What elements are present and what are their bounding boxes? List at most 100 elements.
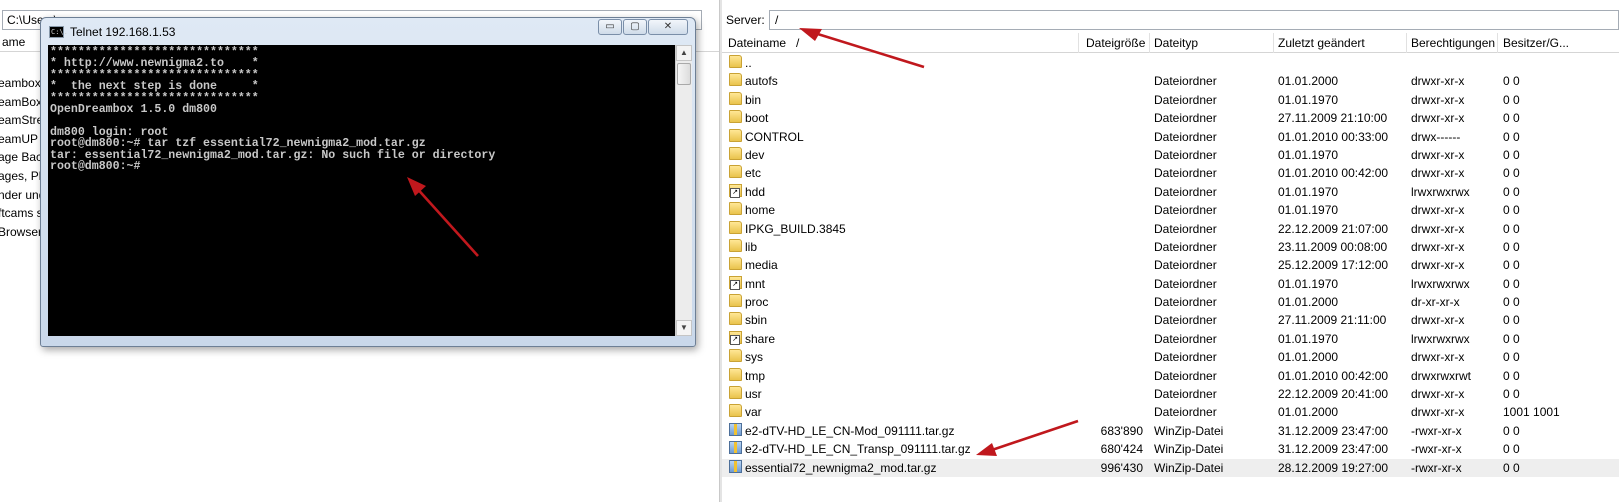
file-type: Dateiordner	[1154, 166, 1217, 181]
server-path-input[interactable]: /	[769, 10, 1619, 30]
column-header-name[interactable]: Dateiname	[728, 36, 786, 50]
file-permissions: drwxr-xr-x	[1411, 203, 1465, 218]
file-name: e2-dTV-HD_LE_CN_Transp_091111.tar.gz	[745, 442, 971, 457]
file-row[interactable]: sbin Dateiordner 27.11.2009 21:11:00 drwxr-…	[722, 311, 1619, 329]
file-name: lib	[745, 239, 758, 254]
column-header-size[interactable]: Dateigröße	[1086, 36, 1145, 50]
file-row[interactable]: tmp Dateiordner 01.01.2010 00:42:00 drwxrwx…	[722, 367, 1619, 385]
file-modified: 28.12.2009 19:27:00	[1278, 460, 1389, 475]
file-permissions: -rwxr-xr-x	[1411, 442, 1462, 457]
file-row[interactable]: boot Dateiordner 27.11.2009 21:10:00 drwxr-…	[722, 109, 1619, 127]
file-name: media	[745, 258, 778, 273]
file-modified: 01.01.1970	[1278, 92, 1339, 107]
file-owner: 0 0	[1503, 350, 1520, 365]
file-type: Dateiordner	[1154, 221, 1217, 236]
file-row[interactable]: share Dateiordner 01.01.1970 lrwxrwxrwx 0 0	[722, 330, 1619, 348]
column-divider[interactable]	[1078, 33, 1079, 53]
console-line: root@dm800:~#	[50, 159, 141, 173]
file-type: Dateiordner	[1154, 239, 1217, 254]
file-name: sbin	[745, 313, 768, 328]
file-owner: 0 0	[1503, 442, 1520, 457]
folder-icon	[729, 404, 742, 418]
column-divider[interactable]	[1273, 33, 1274, 53]
file-permissions: drwxr-xr-x	[1411, 147, 1465, 162]
archive-file-icon	[729, 441, 742, 455]
file-row[interactable]: e2-dTV-HD_LE_CN-Mod_091111.tar.gz 683'890…	[722, 422, 1619, 440]
file-row[interactable]: IPKG_BUILD.3845 Dateiordner 22.12.2009 21:…	[722, 220, 1619, 238]
file-owner: 0 0	[1503, 203, 1520, 218]
scroll-thumb[interactable]	[677, 63, 691, 85]
folder-icon	[729, 202, 742, 216]
file-modified: 01.01.1970	[1278, 184, 1339, 199]
file-row[interactable]: etc Dateiordner 01.01.2010 00:42:00 drwxr-x…	[722, 164, 1619, 182]
file-row[interactable]: dev Dateiordner 01.01.1970 drwxr-xr-x 0 0	[722, 146, 1619, 164]
column-header-modified[interactable]: Zuletzt geändert	[1278, 36, 1365, 50]
file-row[interactable]: ..	[722, 54, 1619, 72]
file-modified: 25.12.2009 17:12:00	[1278, 258, 1389, 273]
file-row[interactable]: e2-dTV-HD_LE_CN_Transp_091111.tar.gz 680'…	[722, 440, 1619, 458]
file-type: Dateiordner	[1154, 387, 1217, 402]
file-permissions: lrwxrwxrwx	[1411, 331, 1470, 346]
file-modified: 01.01.1970	[1278, 147, 1339, 162]
close-button[interactable]: ✕	[648, 19, 688, 35]
maximize-button[interactable]: ▢	[623, 19, 647, 35]
file-row[interactable]: autofs Dateiordner 01.01.2000 drwxr-xr-x 0 0	[722, 72, 1619, 90]
file-type: Dateiordner	[1154, 276, 1217, 291]
archive-file-icon	[729, 459, 742, 473]
archive-file-icon	[729, 422, 742, 436]
file-name: autofs	[745, 74, 778, 89]
console-icon: C:\.	[49, 26, 68, 38]
column-divider[interactable]	[1406, 33, 1407, 53]
folder-icon	[729, 349, 742, 363]
file-name: mnt	[745, 276, 766, 291]
column-header-type[interactable]: Dateityp	[1154, 36, 1198, 50]
file-row[interactable]: mnt Dateiordner 01.01.1970 lrwxrwxrwx 0 0	[722, 275, 1619, 293]
file-type: WinZip-Datei	[1154, 442, 1224, 457]
file-permissions: drwx------	[1411, 129, 1461, 144]
file-type: Dateiordner	[1154, 129, 1217, 144]
folder-link-icon	[729, 183, 742, 198]
file-row[interactable]: CONTROL Dateiordner 01.01.2010 00:33:00 drw…	[722, 128, 1619, 146]
folder-icon	[729, 91, 742, 105]
file-owner: 0 0	[1503, 258, 1520, 273]
file-permissions: drwxrwxrwt	[1411, 368, 1471, 383]
file-modified: 23.11.2009 00:08:00	[1278, 239, 1388, 254]
folder-icon	[729, 55, 742, 68]
file-name: bin	[745, 92, 762, 107]
file-row[interactable]: usr Dateiordner 22.12.2009 20:41:00 drwxr-x…	[722, 385, 1619, 403]
file-name: e2-dTV-HD_LE_CN-Mod_091111.tar.gz	[745, 423, 955, 438]
scroll-down-icon[interactable]: ▼	[676, 320, 692, 336]
file-type: Dateiordner	[1154, 92, 1217, 107]
file-modified: 01.01.1970	[1278, 203, 1339, 218]
scroll-up-icon[interactable]: ▲	[676, 45, 692, 61]
file-row[interactable]: proc Dateiordner 01.01.2000 dr-xr-xr-x 0 0	[722, 293, 1619, 311]
telnet-titlebar[interactable]: C:\. Telnet 192.168.1.53 ▭ ▢ ✕	[41, 18, 695, 44]
column-header-permissions[interactable]: Berechtigungen	[1411, 36, 1495, 50]
file-modified: 01.01.2010 00:42:00	[1278, 368, 1389, 383]
file-permissions: lrwxrwxrwx	[1411, 276, 1470, 291]
telnet-console[interactable]: ****************************** * http://w…	[48, 45, 675, 336]
file-name: IPKG_BUILD.3845	[745, 221, 846, 236]
file-size: 996'430	[1100, 460, 1143, 475]
file-row[interactable]: lib Dateiordner 23.11.2009 00:08:00 drwxr-x…	[722, 238, 1619, 256]
file-name: ..	[745, 56, 752, 70]
file-row[interactable]: home Dateiordner 01.01.1970 drwxr-xr-x 0 0	[722, 201, 1619, 219]
file-row[interactable]: essential72_newnigma2_mod.tar.gz 996'430 W…	[722, 458, 1619, 477]
console-line: root@dm800:~# tar tzf essential72_newnig…	[50, 137, 426, 151]
file-row[interactable]: bin Dateiordner 01.01.1970 drwxr-xr-x 0 0	[722, 91, 1619, 109]
console-scrollbar[interactable]: ▲ ▼	[675, 45, 692, 336]
file-row[interactable]: sys Dateiordner 01.01.2000 drwxr-xr-x 0 0	[722, 348, 1619, 366]
remote-file-list: .. autofs Dateiordner 01.01.2000 drwxr-xr-x 0…	[722, 54, 1619, 477]
file-owner: 0 0	[1503, 111, 1520, 126]
column-header-owner[interactable]: Besitzer/G...	[1503, 36, 1569, 50]
file-type: Dateiordner	[1154, 74, 1217, 89]
file-row[interactable]: hdd Dateiordner 01.01.1970 lrwxrwxrwx 0 0	[722, 183, 1619, 201]
server-path-bar: Server: /	[722, 10, 1619, 30]
file-row[interactable]: media Dateiordner 25.12.2009 17:12:00 drwxr…	[722, 256, 1619, 274]
file-permissions: drwxr-xr-x	[1411, 239, 1465, 254]
minimize-button[interactable]: ▭	[598, 19, 622, 35]
file-row[interactable]: var Dateiordner 01.01.2000 drwxr-xr-x 1001 1…	[722, 403, 1619, 421]
column-divider[interactable]	[1149, 33, 1150, 53]
telnet-window[interactable]: C:\. Telnet 192.168.1.53 ▭ ▢ ✕ *********…	[40, 17, 696, 347]
column-divider[interactable]	[1497, 33, 1498, 53]
